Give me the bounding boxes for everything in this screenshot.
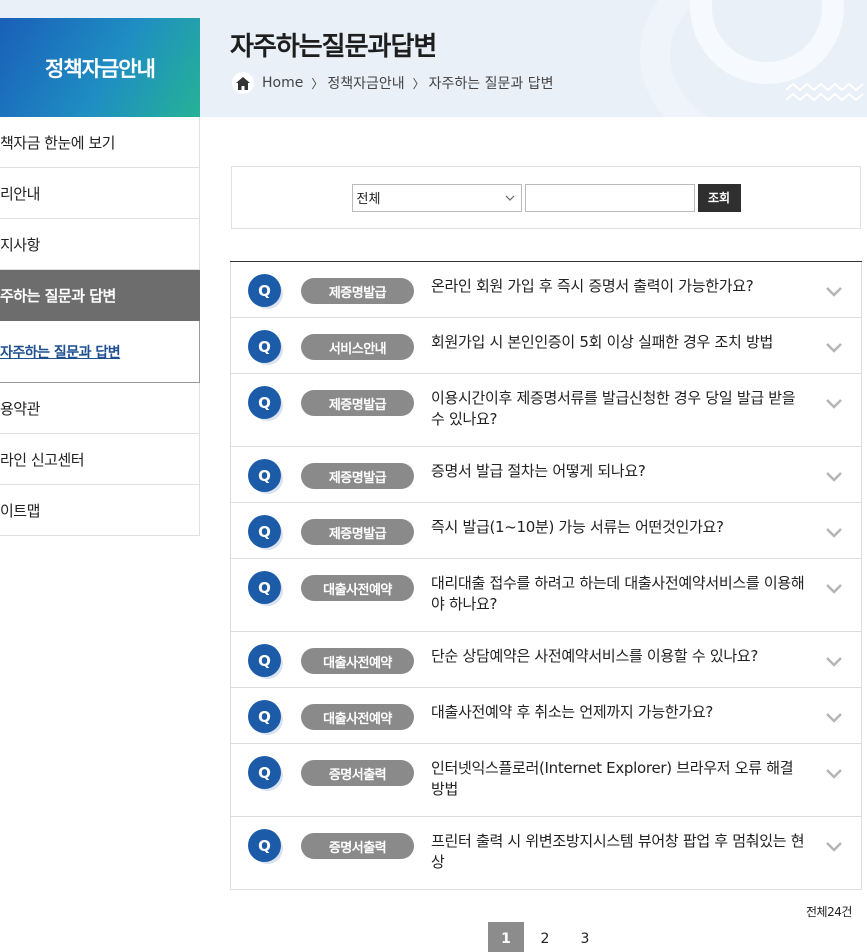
category-badge: 제증명발급: [301, 519, 414, 545]
faq-question[interactable]: 이용시간이후 제증명서류를 발급신청한 경우 당일 발급 받을 수 있나요?: [431, 388, 809, 430]
chevron-down-icon[interactable]: [825, 471, 843, 482]
category-select-value: 전체: [356, 192, 381, 207]
faq-item[interactable]: Q 증명서출력 프린터 출력 시 위변조방지시스템 뷰어창 팝업 후 멈춰있는 …: [230, 817, 862, 890]
category-badge: 제증명발급: [301, 463, 414, 489]
faq-item[interactable]: Q 서비스안내 회원가입 시 본인인증이 5회 이상 실패한 경우 조치 방법: [230, 318, 862, 374]
faq-list: Q 제증명발급 온라인 회원 가입 후 즉시 증명서 출력이 가능한가요? Q …: [230, 261, 862, 890]
chevron-down-icon[interactable]: [825, 656, 843, 667]
question-badge: Q: [248, 459, 281, 492]
category-badge: 증명서출력: [301, 833, 414, 859]
faq-item[interactable]: Q 대출사전예약 대리대출 접수를 하려고 하는데 대출사전예약서비스를 이용해…: [230, 559, 862, 632]
search-button[interactable]: 조회: [697, 183, 741, 212]
faq-question[interactable]: 프린터 출력 시 위변조방지시스템 뷰어창 팝업 후 멈춰있는 현상: [431, 831, 809, 873]
question-badge: Q: [248, 515, 281, 548]
question-badge: Q: [248, 274, 281, 307]
faq-question[interactable]: 증명서 발급 절차는 어떻게 되나요?: [431, 461, 809, 482]
sidebar-nav: 책자금 한눈에 보기 리안내 지사항 주하는 질문과 답변 자주하는 질문과 답…: [0, 117, 200, 536]
wave-decoration-icon: [786, 82, 864, 102]
category-badge: 제증명발급: [301, 390, 414, 416]
search-input[interactable]: [524, 183, 695, 212]
page-button[interactable]: 3: [566, 922, 604, 952]
sidebar-item-sitemap[interactable]: 이트맵: [0, 485, 200, 536]
question-badge: Q: [248, 644, 281, 677]
question-badge: Q: [248, 756, 281, 789]
faq-item[interactable]: Q 제증명발급 이용시간이후 제증명서류를 발급신청한 경우 당일 발급 받을 …: [230, 374, 862, 447]
sidebar-item-label: 용약관: [0, 399, 40, 418]
breadcrumb-home[interactable]: Home: [262, 75, 303, 91]
breadcrumb-section[interactable]: 정책자금안내: [327, 73, 404, 93]
sidebar-item-overview[interactable]: 책자금 한눈에 보기: [0, 117, 200, 168]
chevron-down-icon[interactable]: [825, 583, 843, 594]
sidebar-item-label: 지사항: [0, 235, 40, 254]
category-select[interactable]: 전체: [351, 183, 522, 212]
category-badge: 대출사전예약: [301, 704, 414, 730]
faq-item[interactable]: Q 제증명발급 온라인 회원 가입 후 즉시 증명서 출력이 가능한가요?: [230, 262, 862, 318]
question-badge: Q: [248, 330, 281, 363]
sidebar-item-report-center[interactable]: 라인 신고센터: [0, 434, 200, 485]
breadcrumb-separator-icon: 〉: [412, 76, 425, 91]
page-button[interactable]: 2: [526, 922, 564, 952]
faq-item[interactable]: Q 대출사전예약 단순 상담예약은 사전예약서비스를 이용할 수 있나요?: [230, 632, 862, 688]
breadcrumb: Home 〉 정책자금안내 〉 자주하는 질문과 답변: [232, 72, 553, 94]
sidebar-item-faq[interactable]: 주하는 질문과 답변: [0, 270, 200, 321]
chevron-down-icon[interactable]: [825, 527, 843, 538]
search-box: 전체 조회: [231, 166, 861, 229]
chevron-down-icon[interactable]: [825, 768, 843, 779]
chevron-down-icon[interactable]: [825, 342, 843, 353]
faq-item[interactable]: Q 제증명발급 즉시 발급(1~10분) 가능 서류는 어떤것인가요?: [230, 503, 862, 559]
category-badge: 서비스안내: [301, 334, 414, 360]
breadcrumb-separator-icon: 〉: [311, 76, 324, 91]
page-header: 정책자금안내 자주하는질문과답변 Home 〉 정책자금안내 〉 자주하는 질문…: [0, 0, 867, 117]
faq-question[interactable]: 회원가입 시 본인인증이 5회 이상 실패한 경우 조치 방법: [431, 332, 809, 353]
question-badge: Q: [248, 829, 281, 862]
faq-question[interactable]: 인터넷익스플로러(Internet Explorer) 브라우저 오류 해결 방…: [431, 758, 809, 800]
home-icon[interactable]: [232, 72, 254, 94]
category-badge: 증명서출력: [301, 760, 414, 786]
question-badge: Q: [248, 386, 281, 419]
faq-item[interactable]: Q 증명서출력 인터넷익스플로러(Internet Explorer) 브라우저…: [230, 744, 862, 817]
chevron-down-icon[interactable]: [825, 841, 843, 852]
category-badge: 대출사전예약: [301, 648, 414, 674]
sidebar-item-notice[interactable]: 지사항: [0, 219, 200, 270]
sidebar-item-label: 리안내: [0, 184, 40, 203]
chevron-down-icon[interactable]: [825, 712, 843, 723]
sidebar-item-label: 책자금 한눈에 보기: [0, 133, 115, 152]
sidebar-subitem-label: 자주하는 질문과 답변: [0, 344, 121, 361]
faq-item[interactable]: Q 제증명발급 증명서 발급 절차는 어떻게 되나요?: [230, 447, 862, 503]
page-title: 자주하는질문과답변: [230, 31, 437, 61]
category-badge: 대출사전예약: [301, 575, 414, 601]
faq-question[interactable]: 온라인 회원 가입 후 즉시 증명서 출력이 가능한가요?: [431, 276, 809, 297]
sidebar-item-label: 라인 신고센터: [0, 450, 85, 469]
total-count: 전체24건: [806, 905, 852, 919]
question-badge: Q: [248, 700, 281, 733]
category-badge: 제증명발급: [301, 278, 414, 304]
question-badge: Q: [248, 571, 281, 604]
brand-box: 정책자금안내: [0, 18, 200, 117]
faq-question[interactable]: 즉시 발급(1~10분) 가능 서류는 어떤것인가요?: [431, 517, 809, 538]
chevron-down-icon[interactable]: [825, 398, 843, 409]
faq-question[interactable]: 대리대출 접수를 하려고 하는데 대출사전예약서비스를 이용해야 하나요?: [431, 573, 809, 615]
sidebar-subitem-faq[interactable]: 자주하는 질문과 답변: [0, 321, 200, 383]
brand-title: 정책자금안내: [45, 56, 156, 81]
chevron-down-icon[interactable]: [825, 286, 843, 297]
faq-item[interactable]: Q 대출사전예약 대출사전예약 후 취소는 언제까지 가능한가요?: [230, 688, 862, 744]
pagination: 1 2 3: [488, 922, 606, 952]
sidebar-item-label: 이트맵: [0, 501, 40, 520]
faq-question[interactable]: 단순 상담예약은 사전예약서비스를 이용할 수 있나요?: [431, 646, 809, 667]
sidebar-item-guide[interactable]: 리안내: [0, 168, 200, 219]
chevron-down-icon: [505, 195, 514, 201]
faq-question[interactable]: 대출사전예약 후 취소는 언제까지 가능한가요?: [431, 702, 809, 723]
sidebar-item-terms[interactable]: 용약관: [0, 383, 200, 434]
sidebar-item-label: 주하는 질문과 답변: [0, 286, 116, 305]
page-button-current[interactable]: 1: [488, 922, 524, 952]
breadcrumb-current: 자주하는 질문과 답변: [428, 76, 554, 92]
